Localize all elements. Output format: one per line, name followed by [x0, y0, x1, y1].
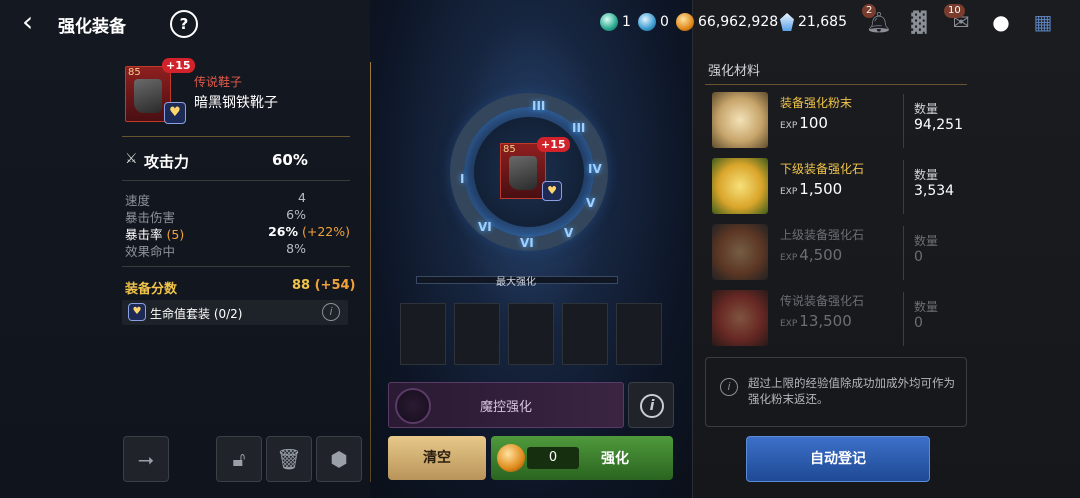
blue-gem-icon — [638, 13, 656, 31]
chat-icon: ● — [992, 10, 1010, 34]
info-icon: i — [640, 394, 664, 418]
sword-icon: ⚔ — [125, 151, 138, 167]
set-heart-icon: ♥ — [542, 181, 562, 201]
teal-gem-icon — [600, 13, 618, 31]
gold-coin-icon — [676, 13, 694, 31]
stone-low-icon — [712, 158, 768, 214]
stone-legend-icon — [712, 290, 768, 346]
menu-button[interactable]: ▦ — [1030, 10, 1056, 34]
item-rarity: 传说鞋子 — [194, 75, 243, 89]
cube-icon: ⬢ — [330, 447, 348, 471]
item-level: 85 — [128, 67, 141, 78]
material-slot[interactable] — [454, 303, 500, 365]
share-icon: ⭢ — [138, 447, 154, 471]
trash-icon: 🗑︎ — [276, 447, 302, 471]
info-icon[interactable]: i — [322, 303, 340, 321]
clear-button[interactable]: 清空 — [388, 436, 486, 480]
boots-icon — [134, 79, 162, 113]
set-heart-icon: ♥ — [164, 102, 186, 124]
divider — [705, 84, 967, 85]
sub-stat-row-highlight: 暴击率 (5) 26% (+22%) — [125, 224, 350, 242]
divider — [122, 180, 350, 181]
enhance-level-badge: +15 — [162, 58, 195, 73]
enhance-target-item[interactable]: 85 — [500, 143, 546, 199]
divider — [122, 136, 350, 137]
delete-button[interactable]: 🗑︎ — [266, 436, 312, 482]
max-enhance-label: 最大强化 — [496, 277, 536, 288]
help-button[interactable]: ? — [170, 10, 198, 38]
sub-stat-row: 效果命中 8% — [125, 241, 306, 259]
sub-stat-row: 暴击伤害 6% — [125, 207, 306, 225]
unlock-icon: 🔓︎ — [232, 447, 246, 471]
rune-mark: V — [564, 226, 574, 240]
enhance-button[interactable]: 0 强化 — [491, 436, 673, 480]
crystal-icon — [780, 13, 794, 31]
rune-mark: III — [532, 99, 546, 113]
powder-icon — [712, 92, 768, 148]
chevron-left-icon: ‹ — [22, 5, 34, 38]
info-icon: i — [720, 378, 738, 396]
boots-icon — [509, 156, 537, 190]
material-row[interactable]: 装备强化粉末 EXP 100 数量 94,251 — [708, 90, 966, 152]
item-name: 暗黑钢铁靴子 — [194, 95, 278, 111]
lock-button[interactable]: 🔓︎ — [216, 436, 262, 482]
back-button[interactable]: ‹ — [22, 8, 50, 37]
main-stat-label: 攻击力 — [144, 153, 190, 171]
rune-mark: VI — [520, 236, 534, 250]
enhance-level-badge: +15 — [537, 137, 570, 152]
set-heart-icon: ♥ — [128, 303, 146, 321]
share-button[interactable]: ⭢ — [123, 436, 169, 482]
currency-teal-gem: 1 — [600, 12, 631, 32]
divider-gold — [370, 62, 371, 482]
gold-coin-icon — [497, 444, 525, 472]
top-bar: ‹ 强化装备 ? 1 0 66,962,928 21,685 🔔︎ 2 ▓ ✉ … — [0, 0, 1080, 46]
material-row[interactable]: 传说装备强化石 EXP 13,500 数量 0 — [708, 288, 966, 350]
stone-high-icon — [712, 224, 768, 280]
set-label: 生命值套装 (0/2) — [150, 307, 243, 321]
currency-crystal: 21,685 — [780, 12, 847, 32]
rune-mark: IV — [588, 162, 602, 176]
material-slot[interactable] — [616, 303, 662, 365]
score-label: 装备分数 — [125, 282, 178, 297]
chat-button[interactable]: ● — [988, 10, 1014, 34]
material-slot[interactable] — [562, 303, 608, 365]
grid-menu-icon: ▦ — [1033, 10, 1053, 34]
material-row[interactable]: 下级装备强化石 EXP 1,500 数量 3,534 — [708, 156, 966, 218]
magic-enhance-button[interactable]: 魔控强化 — [388, 382, 624, 428]
score-value: 88 (+54) — [292, 278, 356, 293]
rune-mark: V — [586, 196, 596, 210]
info-button[interactable]: i — [628, 382, 674, 428]
set-bonus-row: ♥ 生命值套装 (0/2) i — [122, 300, 348, 325]
material-row[interactable]: 上级装备强化石 EXP 4,500 数量 0 — [708, 222, 966, 284]
team-icon: ▓ — [911, 10, 927, 34]
enhance-cost: 0 — [527, 447, 579, 469]
material-slot[interactable] — [400, 303, 446, 365]
mail-badge: 10 — [944, 4, 965, 18]
rune-mark: III — [572, 121, 586, 135]
main-stat-value: 60% — [272, 151, 308, 169]
team-button[interactable]: ▓ — [906, 10, 932, 34]
page-title: 强化装备 — [58, 17, 126, 37]
currency-blue-gem: 0 — [638, 12, 669, 32]
material-slot[interactable] — [508, 303, 554, 365]
divider — [122, 266, 350, 267]
materials-title: 强化材料 — [708, 64, 761, 79]
info-note: i 超过上限的经验值除成功加成外均可作为强化粉末返还。 — [705, 357, 967, 427]
sub-stat-row: 速度 4 — [125, 190, 306, 208]
currency-gold: 66,962,928 — [676, 12, 778, 32]
extract-button[interactable]: ⬢ — [316, 436, 362, 482]
auto-register-button[interactable]: 自动登记 — [746, 436, 930, 482]
rune-mark: I — [460, 172, 465, 186]
rune-mark: VI — [478, 220, 492, 234]
